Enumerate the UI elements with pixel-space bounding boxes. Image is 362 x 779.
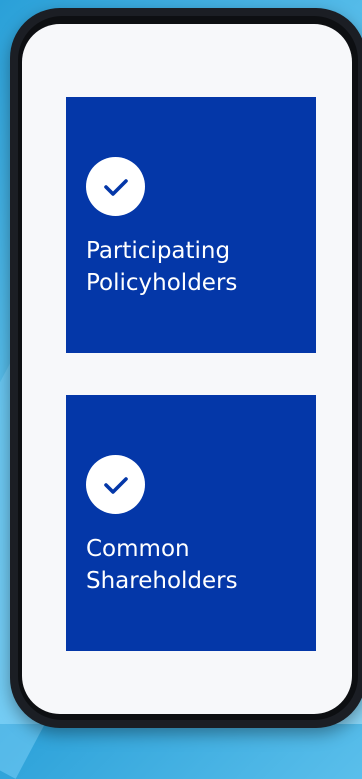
option-card-participating-policyholders[interactable]: Participating Policyholders [66, 97, 316, 353]
check-circle [86, 455, 145, 514]
check-icon [103, 178, 128, 196]
option-label: Participating Policyholders [86, 238, 238, 296]
check-icon [103, 476, 128, 494]
check-circle [86, 157, 145, 216]
phone-screen: Participating Policyholders Common Share… [22, 24, 352, 714]
option-card-common-shareholders[interactable]: Common Shareholders [66, 395, 316, 651]
option-label: Common Shareholders [86, 536, 238, 594]
